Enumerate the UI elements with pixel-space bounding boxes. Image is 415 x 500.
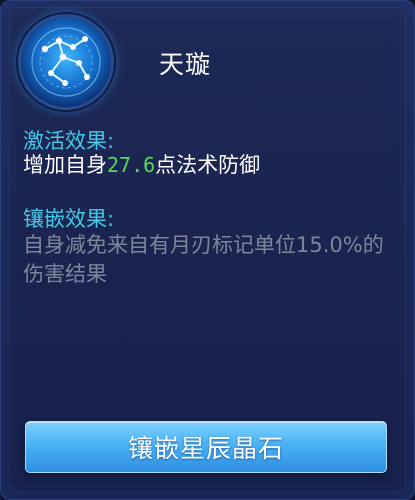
rune-name: 天璇 xyxy=(159,50,212,79)
star-constellation-icon xyxy=(21,17,111,107)
activation-text-before: 增加自身 xyxy=(23,153,107,177)
inlay-star-crystal-button[interactable]: 镶嵌星辰晶石 xyxy=(25,421,387,473)
activation-value: 27.6 xyxy=(107,153,156,177)
activation-effect-text: 增加自身27.6点法术防御 xyxy=(23,151,393,180)
activation-text-after: 点法术防御 xyxy=(155,153,261,177)
inlay-effect-label: 镶嵌效果: xyxy=(23,207,115,231)
rune-detail-panel: 天璇 激活效果: 增加自身27.6点法术防御 镶嵌效果: 自身减免来自有月刃标记… xyxy=(0,0,415,500)
inlay-effect-text: 自身减免来自有月刃标记单位15.0%的伤害结果 xyxy=(23,233,384,286)
inlay-button-label: 镶嵌星辰晶石 xyxy=(127,434,284,463)
rune-header: 天璇 xyxy=(1,1,414,117)
